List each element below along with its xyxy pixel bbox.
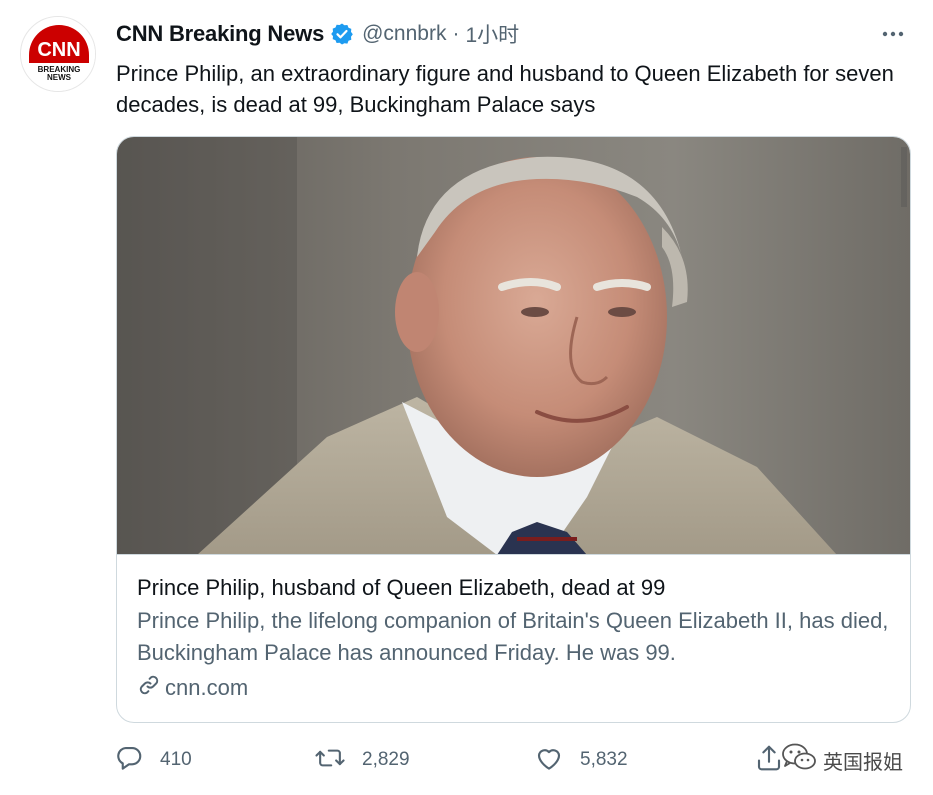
- author-avatar[interactable]: CNN BREAKING NEWS: [20, 16, 96, 92]
- author-handle[interactable]: @cnnbrk: [362, 22, 446, 46]
- like-count: 5,832: [580, 749, 628, 770]
- tweet-header: CNN Breaking News @cnnbrk · 1小时: [116, 20, 913, 48]
- retweet-button[interactable]: 2,829: [314, 740, 410, 780]
- tweet-text: Prince Philip, an extraordinary figure a…: [116, 61, 894, 117]
- wechat-icon: [781, 742, 823, 778]
- heart-icon: [534, 743, 564, 778]
- author-display-name[interactable]: CNN Breaking News: [116, 21, 324, 47]
- share-button[interactable]: [754, 740, 784, 780]
- card-body: Prince Philip, husband of Queen Elizabet…: [137, 573, 890, 703]
- watermark: 英国报姐: [781, 742, 903, 778]
- card-title: Prince Philip, husband of Queen Elizabet…: [137, 575, 666, 600]
- card-domain-text: cnn.com: [165, 675, 249, 700]
- separator-dot: ·: [452, 22, 460, 45]
- reply-icon: [114, 743, 144, 778]
- reply-button[interactable]: 410: [114, 740, 192, 780]
- card-domain: cnn.com: [137, 673, 890, 703]
- watermark-text: 英国报姐: [823, 751, 903, 774]
- more-horizontal-icon[interactable]: [877, 20, 909, 48]
- svg-text:NEWS: NEWS: [47, 73, 72, 82]
- portrait-photo: [117, 137, 910, 554]
- card-image: [117, 137, 910, 555]
- card-description: Prince Philip, the lifelong companion of…: [137, 608, 889, 665]
- reply-count: 410: [160, 749, 192, 770]
- verified-badge-icon: [330, 22, 354, 46]
- retweet-count: 2,829: [362, 749, 410, 770]
- tweet-timestamp[interactable]: 1小时: [465, 19, 519, 49]
- cnn-logo: CNN BREAKING NEWS: [21, 17, 95, 91]
- link-card[interactable]: Prince Philip, husband of Queen Elizabet…: [116, 136, 911, 723]
- link-icon: [137, 673, 165, 703]
- like-button[interactable]: 5,832: [534, 740, 628, 780]
- retweet-icon: [314, 743, 346, 778]
- share-icon: [754, 743, 784, 778]
- svg-text:CNN: CNN: [37, 39, 80, 61]
